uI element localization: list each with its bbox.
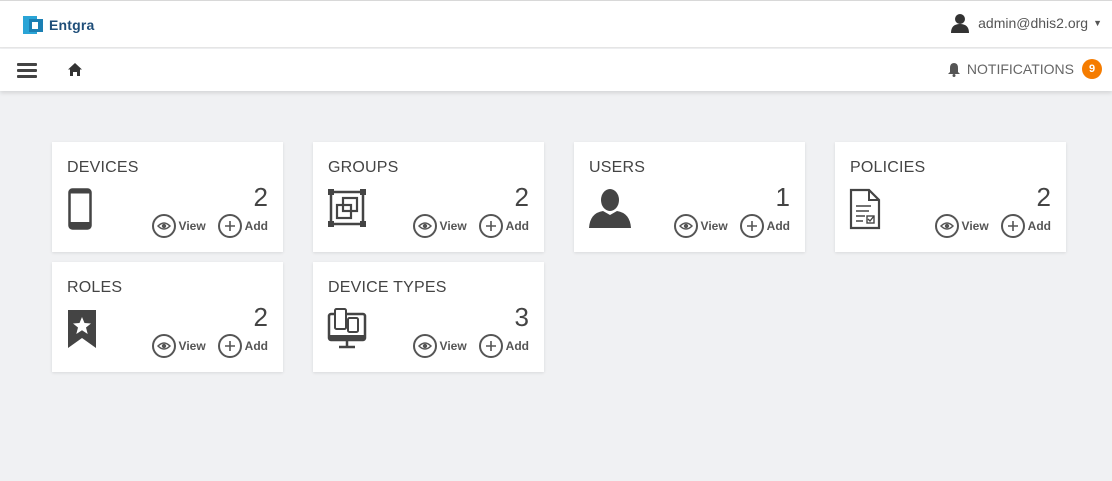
eye-icon — [412, 334, 437, 358]
entgra-logo-icon — [23, 16, 43, 34]
device-types-card: DEVICE TYPES 3 View Add — [313, 262, 544, 372]
view-label: View — [439, 219, 467, 233]
plus-icon — [1000, 214, 1025, 238]
user-menu[interactable]: admin@dhis2.org ▼ — [950, 13, 1102, 33]
roles-view-button[interactable]: View — [151, 334, 206, 358]
eye-icon — [412, 214, 437, 238]
device-types-add-button[interactable]: Add — [478, 334, 529, 358]
card-title: DEVICE TYPES — [328, 279, 447, 296]
policy-document-icon — [849, 188, 881, 235]
notifications-link[interactable]: NOTIFICATIONS 9 — [947, 59, 1102, 79]
plus-icon — [478, 214, 503, 238]
plus-icon — [217, 214, 242, 238]
add-label: Add — [1027, 219, 1051, 233]
policies-card: POLICIES 2 View Add — [835, 142, 1066, 252]
eye-icon — [151, 214, 176, 238]
device-types-icon — [327, 308, 367, 355]
view-label: View — [178, 339, 206, 353]
brand-name: Entgra — [49, 17, 95, 33]
card-count: 2 — [253, 302, 268, 332]
card-title: POLICIES — [850, 159, 926, 176]
groups-icon — [327, 188, 367, 233]
menu-toggle-icon[interactable] — [17, 63, 37, 79]
card-count: 2 — [253, 182, 268, 212]
users-card: USERS 1 View Add — [574, 142, 805, 252]
add-label: Add — [244, 339, 268, 353]
eye-icon — [673, 214, 698, 238]
view-label: View — [961, 219, 989, 233]
plus-icon — [478, 334, 503, 358]
navigation-bar: NOTIFICATIONS 9 — [0, 49, 1112, 91]
card-count: 2 — [1036, 182, 1051, 212]
bell-icon — [947, 62, 960, 77]
plus-icon — [217, 334, 242, 358]
add-label: Add — [766, 219, 790, 233]
card-title: DEVICES — [67, 159, 139, 176]
notifications-label: NOTIFICATIONS — [966, 61, 1074, 77]
devices-card: DEVICES 2 View Add — [52, 142, 283, 252]
devices-view-button[interactable]: View — [151, 214, 206, 238]
user-email: admin@dhis2.org — [978, 15, 1089, 31]
devices-add-button[interactable]: Add — [217, 214, 268, 238]
card-count: 3 — [514, 302, 529, 332]
groups-card: GROUPS 2 View Add — [313, 142, 544, 252]
view-label: View — [178, 219, 206, 233]
eye-icon — [151, 334, 176, 358]
view-label: View — [439, 339, 467, 353]
users-view-button[interactable]: View — [673, 214, 728, 238]
card-title: USERS — [589, 159, 646, 176]
top-header: Entgra admin@dhis2.org ▼ — [0, 0, 1112, 48]
users-add-button[interactable]: Add — [739, 214, 790, 238]
add-label: Add — [505, 339, 529, 353]
view-label: View — [700, 219, 728, 233]
home-icon[interactable] — [67, 62, 83, 82]
policies-add-button[interactable]: Add — [1000, 214, 1051, 238]
groups-add-button[interactable]: Add — [478, 214, 529, 238]
card-count: 2 — [514, 182, 529, 212]
device-types-view-button[interactable]: View — [412, 334, 467, 358]
card-count: 1 — [775, 182, 790, 212]
groups-view-button[interactable]: View — [412, 214, 467, 238]
plus-icon — [739, 214, 764, 238]
roles-add-button[interactable]: Add — [217, 334, 268, 358]
chevron-down-icon: ▼ — [1093, 18, 1102, 28]
mobile-icon — [66, 188, 92, 235]
roles-card: ROLES 2 View Add — [52, 262, 283, 372]
card-title: ROLES — [67, 279, 123, 296]
eye-icon — [934, 214, 959, 238]
brand-logo[interactable]: Entgra — [22, 14, 95, 36]
notifications-badge: 9 — [1082, 59, 1102, 79]
add-label: Add — [505, 219, 529, 233]
star-bookmark-icon — [66, 308, 98, 355]
card-title: GROUPS — [328, 159, 399, 176]
policies-view-button[interactable]: View — [934, 214, 989, 238]
user-icon — [588, 188, 632, 233]
user-avatar-icon — [951, 14, 970, 33]
add-label: Add — [244, 219, 268, 233]
